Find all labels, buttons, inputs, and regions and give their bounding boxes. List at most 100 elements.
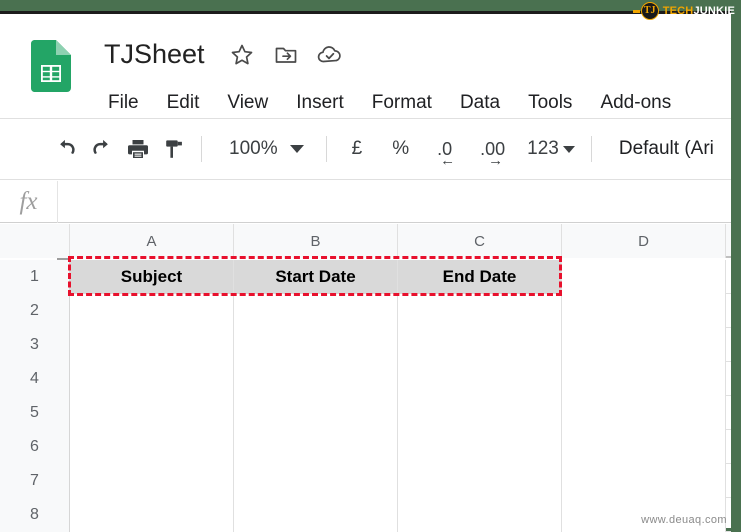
window-right-edge — [731, 0, 741, 532]
watermark-dash — [632, 9, 640, 13]
formula-input[interactable] — [58, 180, 731, 223]
move-to-folder-icon[interactable] — [271, 40, 301, 70]
column-header-b[interactable]: B — [234, 224, 398, 258]
cell-b7[interactable] — [234, 464, 398, 498]
spreadsheet-grid: A B C D 1 Subject Start Date End Date 2 — [0, 224, 731, 532]
toolbar-divider-1 — [201, 136, 202, 162]
cell-d6[interactable] — [562, 430, 726, 464]
cell-b6[interactable] — [234, 430, 398, 464]
decrease-decimal-button[interactable]: .0 ← — [437, 140, 455, 168]
cell-a4[interactable] — [70, 362, 234, 396]
zoom-level-value: 100% — [229, 138, 278, 159]
title-and-actions: TJSheet — [104, 39, 359, 70]
cell-b1[interactable]: Start Date — [234, 260, 398, 294]
undo-icon[interactable] — [48, 131, 84, 167]
cell-b8[interactable] — [234, 498, 398, 532]
column-header-c[interactable]: C — [398, 224, 562, 258]
chevron-down-icon — [562, 145, 575, 153]
cell-a8[interactable] — [70, 498, 234, 532]
document-header: TJSheet File Edit View Insert Format Dat… — [0, 14, 731, 118]
cell-a6[interactable] — [70, 430, 234, 464]
cell-c6[interactable] — [398, 430, 562, 464]
star-icon[interactable] — [227, 40, 257, 70]
cell-a7[interactable] — [70, 464, 234, 498]
menu-bar: File Edit View Insert Format Data Tools … — [108, 92, 671, 114]
formula-bar: fx — [0, 180, 731, 223]
increase-decimal-glyph: .00 → — [480, 140, 505, 168]
cell-b3[interactable] — [234, 328, 398, 362]
percent-format-button[interactable]: % — [392, 138, 409, 160]
cell-d5[interactable] — [562, 396, 726, 430]
window-top-bar — [0, 0, 741, 11]
column-header-d[interactable]: D — [562, 224, 726, 258]
number-format-control[interactable]: 123 — [527, 138, 575, 160]
cell-b4[interactable] — [234, 362, 398, 396]
cell-a2[interactable] — [70, 294, 234, 328]
zoom-level-control[interactable]: 100% — [229, 138, 304, 160]
cell-a5[interactable] — [70, 396, 234, 430]
cloud-saved-icon[interactable] — [315, 40, 345, 70]
table-row: 5 — [0, 396, 731, 430]
techjunkie-wordmark: TECH JUNKIE — [663, 5, 735, 17]
cell-b2[interactable] — [234, 294, 398, 328]
table-row: 4 — [0, 362, 731, 396]
cell-c4[interactable] — [398, 362, 562, 396]
arrow-left-icon: ← — [440, 152, 456, 169]
row-header-5[interactable]: 5 — [0, 396, 70, 430]
menu-item-add-ons[interactable]: Add-ons — [600, 92, 671, 114]
menu-item-data[interactable]: Data — [460, 92, 500, 114]
cell-b5[interactable] — [234, 396, 398, 430]
menu-item-file[interactable]: File — [108, 92, 139, 114]
menu-item-format[interactable]: Format — [372, 92, 432, 114]
menu-item-insert[interactable]: Insert — [296, 92, 344, 114]
cell-c7[interactable] — [398, 464, 562, 498]
cell-a3[interactable] — [70, 328, 234, 362]
cell-a1[interactable]: Subject — [70, 260, 234, 294]
table-row: 1 Subject Start Date End Date — [0, 260, 731, 294]
row-header-6[interactable]: 6 — [0, 430, 70, 464]
cell-c3[interactable] — [398, 328, 562, 362]
google-sheets-icon[interactable] — [30, 40, 71, 92]
cell-c2[interactable] — [398, 294, 562, 328]
redo-icon[interactable] — [84, 131, 120, 167]
percent-symbol: % — [392, 138, 410, 159]
currency-format-button[interactable]: £ — [352, 138, 363, 160]
table-row: 8 — [0, 498, 731, 532]
row-header-8[interactable]: 8 — [0, 498, 70, 532]
table-row: 2 — [0, 294, 731, 328]
chevron-down-icon — [289, 145, 304, 153]
row-header-2[interactable]: 2 — [0, 294, 70, 328]
cell-d3[interactable] — [562, 328, 726, 362]
watermark-junkie-text: JUNKIE — [693, 5, 735, 17]
formula-fx-icon: fx — [0, 180, 58, 223]
column-header-row: A B C D — [0, 224, 731, 260]
table-row: 7 — [0, 464, 731, 498]
print-icon[interactable] — [120, 131, 156, 167]
row-header-3[interactable]: 3 — [0, 328, 70, 362]
cell-d7[interactable] — [562, 464, 726, 498]
row-header-7[interactable]: 7 — [0, 464, 70, 498]
document-title[interactable]: TJSheet — [104, 39, 205, 70]
font-family-control[interactable]: Default (Ari — [619, 138, 714, 160]
cell-d2[interactable] — [562, 294, 726, 328]
currency-symbol: £ — [351, 138, 363, 159]
cell-c8[interactable] — [398, 498, 562, 532]
google-sheets-window: TJ TECH JUNKIE TJSheet File Edit View In… — [0, 0, 741, 532]
site-url-watermark: www.deuaq.com — [641, 514, 727, 526]
paint-format-icon[interactable] — [156, 131, 192, 167]
cell-d4[interactable] — [562, 362, 726, 396]
cell-c1[interactable]: End Date — [398, 260, 562, 294]
column-header-a[interactable]: A — [70, 224, 234, 258]
fx-label: fx — [19, 188, 38, 215]
menu-item-view[interactable]: View — [227, 92, 268, 114]
cell-c5[interactable] — [398, 396, 562, 430]
menu-item-tools[interactable]: Tools — [528, 92, 572, 114]
toolbar-divider-3 — [590, 136, 592, 162]
select-all-corner[interactable] — [0, 224, 70, 260]
menu-item-edit[interactable]: Edit — [167, 92, 200, 114]
row-header-1[interactable]: 1 — [0, 260, 70, 294]
cell-d1[interactable] — [562, 260, 726, 294]
techjunkie-watermark: TJ TECH JUNKIE — [632, 0, 741, 22]
row-header-4[interactable]: 4 — [0, 362, 70, 396]
increase-decimal-button[interactable]: .00 → — [480, 140, 505, 168]
